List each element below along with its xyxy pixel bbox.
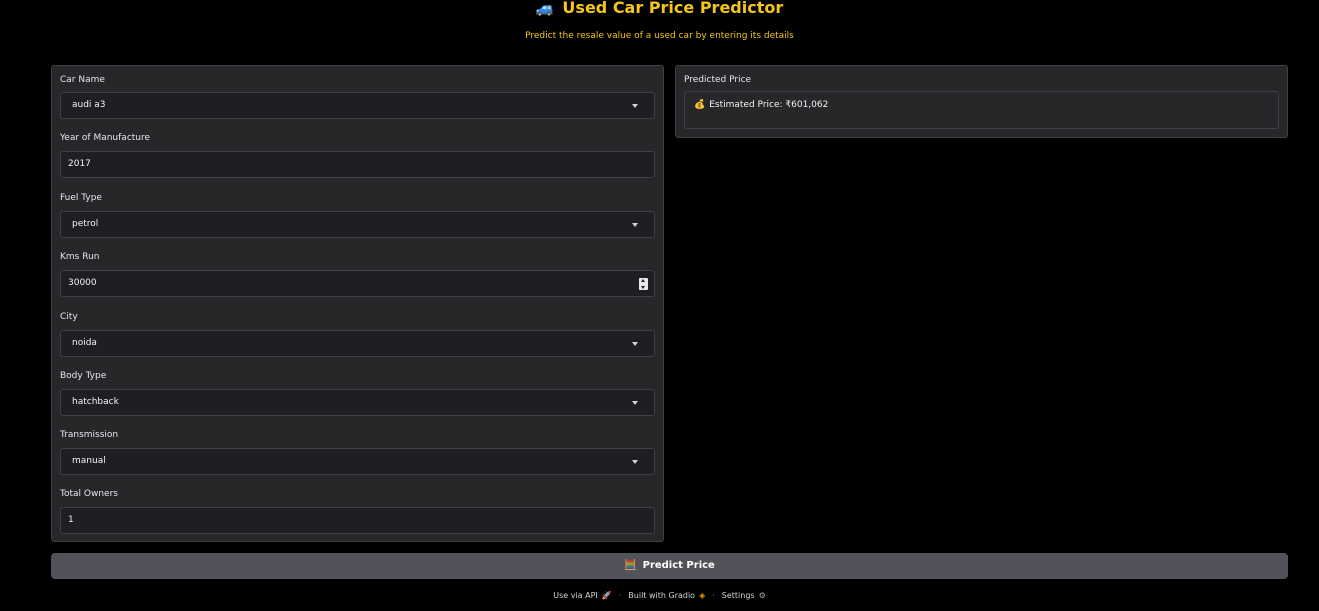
city-value: noida [72, 338, 97, 348]
car-name-label: Car Name [60, 75, 105, 85]
estimated-price-value: Estimated Price: ₹601,062 [709, 100, 829, 110]
footer-separator: · [712, 591, 715, 600]
settings-link[interactable]: Settings ⚙ [722, 590, 766, 602]
settings-label: Settings [721, 591, 755, 600]
predict-price-label: Predict Price [642, 560, 715, 571]
rocket-icon: 🚀 [601, 591, 612, 600]
chevron-down-icon [632, 223, 638, 227]
use-via-api-link[interactable]: Use via API 🚀 [553, 590, 612, 602]
chevron-down-icon [632, 104, 638, 108]
gradio-logo-icon: ◈ [699, 591, 706, 600]
built-with-gradio-label: Built with Gradio [628, 591, 696, 600]
transmission-label: Transmission [60, 430, 119, 440]
predicted-price-label: Predicted Price [684, 75, 752, 85]
fuel-type-dropdown[interactable]: petrol [60, 211, 655, 238]
city-dropdown[interactable]: noida [60, 330, 655, 357]
input-panel: Car Name audi a3 Year of Manufacture 201… [51, 65, 664, 542]
car-name-value: audi a3 [72, 100, 106, 110]
fuel-type-label: Fuel Type [60, 193, 102, 203]
city-label: City [60, 312, 78, 322]
total-owners-label: Total Owners [60, 489, 118, 499]
total-owners-input[interactable]: 1 [60, 507, 655, 534]
page-title: 🚙 Used Car Price Predictor [0, 0, 1319, 19]
built-with-gradio-link[interactable]: Built with Gradio ◈ [628, 590, 705, 602]
body-type-value: hatchback [72, 397, 119, 407]
body-type-dropdown[interactable]: hatchback [60, 389, 655, 416]
use-via-api-label: Use via API [553, 591, 598, 600]
page-subtitle: Predict the resale value of a used car b… [525, 31, 794, 41]
year-label: Year of Manufacture [60, 133, 151, 143]
kms-run-value: 30000 [68, 278, 97, 288]
year-input[interactable]: 2017 [60, 151, 655, 178]
transmission-dropdown[interactable]: manual [60, 448, 655, 475]
chevron-down-icon [632, 401, 638, 405]
gear-icon: ⚙ [758, 591, 766, 600]
predicted-price-output: 💰 Estimated Price: ₹601,062 [684, 91, 1279, 129]
money-bag-icon: 💰 [694, 100, 706, 110]
year-value: 2017 [68, 159, 91, 169]
estimated-price-text: 💰 Estimated Price: ₹601,062 [694, 99, 828, 111]
car-icon: 🚙 [535, 0, 555, 17]
body-type-label: Body Type [60, 371, 107, 381]
number-stepper-icon[interactable] [639, 278, 648, 290]
footer: Use via API 🚀 · Built with Gradio ◈ · Settings… [0, 590, 1319, 602]
footer-separator: · [618, 591, 622, 600]
kms-run-input[interactable]: 30000 [60, 270, 655, 297]
page-title-text: Used Car Price Predictor [562, 0, 784, 17]
chevron-down-icon [632, 460, 638, 464]
stepper-down-icon[interactable] [641, 286, 645, 289]
output-panel: Predicted Price 💰 Estimated Price: ₹601,0… [675, 65, 1288, 138]
calculator-icon: 🧮 [624, 560, 637, 571]
car-name-dropdown[interactable]: audi a3 [60, 92, 655, 119]
predict-price-button[interactable]: 🧮 Predict Price [51, 553, 1288, 579]
fuel-type-value: petrol [72, 219, 99, 229]
chevron-down-icon [632, 342, 638, 346]
total-owners-value: 1 [68, 515, 74, 525]
kms-run-label: Kms Run [60, 252, 100, 262]
stepper-up-icon[interactable] [641, 279, 645, 282]
app-root: 🚙 Used Car Price Predictor Predict the re… [0, 0, 1319, 611]
transmission-value: manual [72, 456, 106, 466]
